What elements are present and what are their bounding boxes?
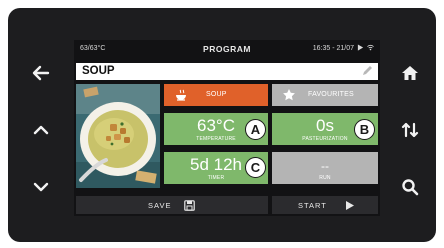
program-name-field[interactable]: SOUP [76,63,378,80]
callout-marker-c: C [245,157,266,178]
run-tile: -- RUN [272,152,378,184]
run-value: -- [321,159,329,173]
callout-marker-a: A [245,119,266,140]
soup-photo [76,84,160,188]
start-label: START [298,201,327,210]
favourites-button[interactable]: FAVOURITES [272,84,378,106]
play-status-icon [357,44,364,51]
chevron-down-icon[interactable] [27,173,55,201]
program-name: SOUP [82,65,115,77]
start-button[interactable]: START [272,196,378,214]
favourites-label: FAVOURITES [308,91,354,98]
back-arrow-icon[interactable] [27,59,55,87]
home-icon[interactable] [396,59,424,87]
clock: 16:35 - 21/07 [312,45,354,52]
chevron-up-icon[interactable] [27,116,55,144]
soup-bowl-icon [176,89,186,101]
callout-marker-b: B [354,119,375,140]
category-label: SOUP [206,91,227,98]
sort-arrows-icon[interactable] [396,116,424,144]
run-label: RUN [319,175,331,181]
star-icon [283,89,295,101]
save-label: SAVE [148,201,172,210]
play-icon [346,201,354,210]
search-icon[interactable] [396,173,424,201]
floppy-disk-icon [184,200,195,211]
display-screen: 63/63°C PROGRAM 16:35 - 21/07 SOUP SOUP … [74,40,380,216]
save-button[interactable]: SAVE [76,196,268,214]
status-bar: 63/63°C PROGRAM 16:35 - 21/07 [74,40,380,58]
pencil-icon[interactable] [361,65,373,77]
category-soup-button[interactable]: SOUP [164,84,268,106]
wifi-icon [367,44,374,51]
